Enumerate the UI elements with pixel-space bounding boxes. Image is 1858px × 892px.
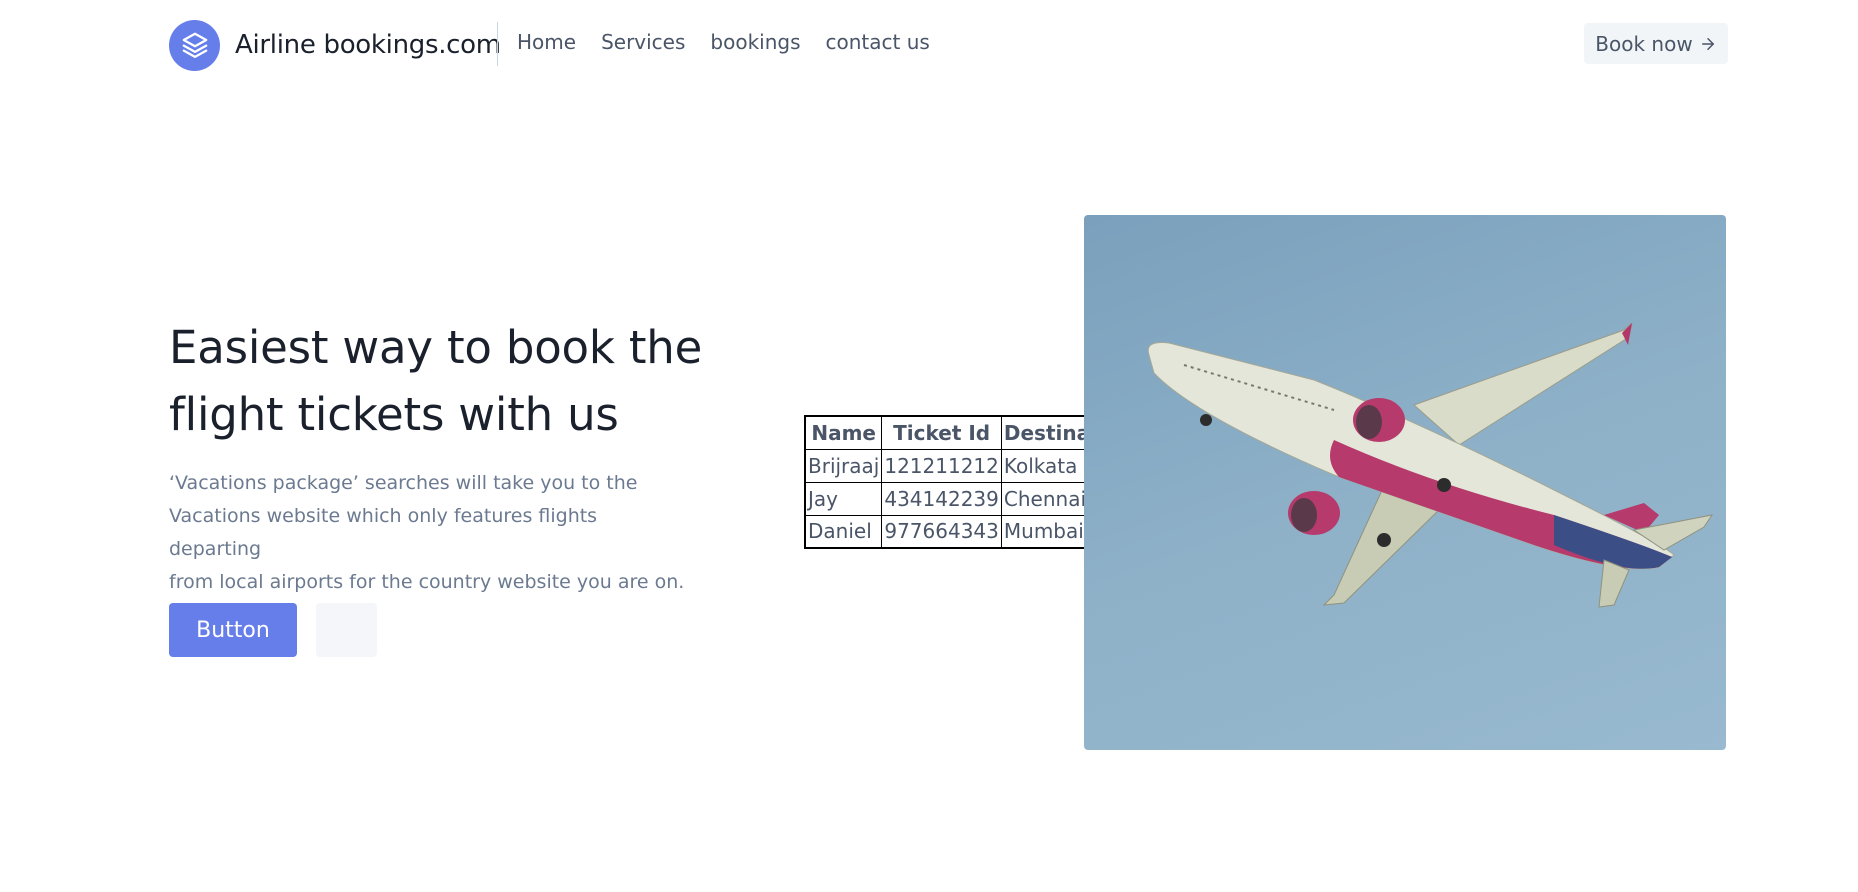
cell-ticket-id: 977664343 — [881, 514, 1002, 549]
cell-name: Jay — [804, 481, 883, 516]
brand-name: Airline bookings.com — [235, 30, 501, 60]
hero-description-line3: from local airports for the country webs… — [169, 571, 685, 593]
airplane-photo — [1084, 215, 1726, 750]
nav-contact-us[interactable]: contact us — [826, 30, 930, 54]
book-now-label: Book now — [1595, 31, 1693, 56]
cell-name: Brijraaj — [804, 448, 883, 483]
arrow-right-icon — [1701, 37, 1714, 50]
site-header: Airline bookings.com Home Services booki… — [0, 0, 1858, 90]
nav-services[interactable]: Services — [601, 30, 685, 54]
secondary-button[interactable] — [316, 603, 377, 657]
stack-layers-icon — [169, 19, 220, 71]
hero-description: ‘Vacations package’ searches will take y… — [169, 467, 689, 599]
logo[interactable]: Airline bookings.com — [169, 19, 501, 71]
hero-title: Easiest way to book the flight tickets w… — [169, 314, 729, 448]
column-header-name: Name — [804, 415, 883, 450]
nav-home[interactable]: Home — [517, 30, 576, 54]
main-nav: Home Services bookings contact us — [517, 30, 930, 54]
hero-description-line2: Vacations website which only features fl… — [169, 505, 598, 560]
hero-title-line2: flight tickets with us — [169, 388, 619, 441]
hero-description-line1: ‘Vacations package’ searches will take y… — [169, 472, 638, 494]
nav-divider — [497, 22, 498, 66]
book-now-button[interactable]: Book now — [1584, 23, 1728, 64]
primary-button[interactable]: Button — [169, 603, 297, 657]
hero-title-line1: Easiest way to book the — [169, 321, 703, 374]
column-header-ticket-id: Ticket Id — [881, 415, 1002, 450]
cell-ticket-id: 121211212 — [881, 448, 1002, 483]
nav-bookings[interactable]: bookings — [710, 30, 800, 54]
cell-ticket-id: 434142239 — [881, 481, 1002, 516]
cell-name: Daniel — [804, 514, 883, 549]
